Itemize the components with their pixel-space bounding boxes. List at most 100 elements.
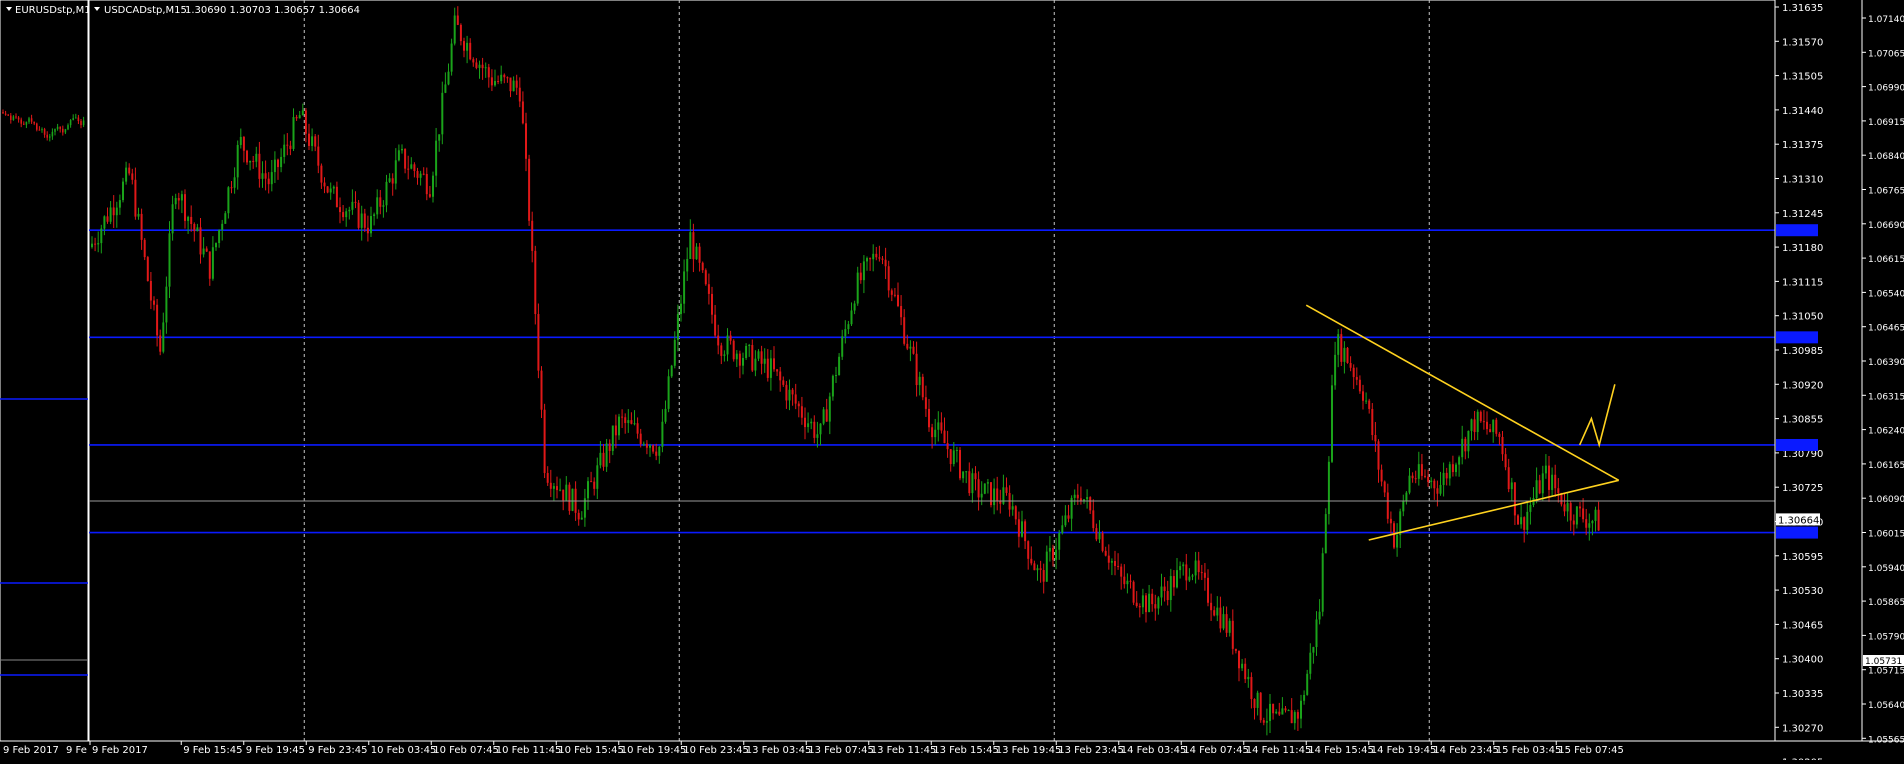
usdcad-chart-window[interactable]: USDCADstp,M15 1.30690 1.30703 1.30657 1.… (88, 0, 1863, 764)
candle-body (165, 286, 168, 323)
candle-body (1433, 480, 1436, 489)
candle-body (447, 71, 450, 85)
candle-body (137, 213, 140, 217)
price-tick-label: 1.31050 (1782, 312, 1823, 323)
candle-body (1340, 334, 1343, 362)
candle-body (661, 421, 664, 447)
candle-body (816, 434, 819, 438)
candle-body (531, 220, 534, 251)
candle-body (962, 471, 965, 479)
candle-body (1265, 720, 1268, 723)
candle-body (1380, 469, 1383, 482)
candle-body (1039, 568, 1042, 571)
candle-body (36, 123, 38, 130)
usdcad-chart-frame (88, 0, 1863, 742)
candle-body (974, 473, 977, 480)
candle-body (955, 450, 958, 452)
price-tick-label: 1.05565 (1868, 735, 1904, 745)
candle-body (1374, 434, 1377, 442)
candle-body (1309, 652, 1312, 674)
price-tick-label: 1.30400 (1782, 655, 1823, 666)
candle-body (441, 92, 444, 135)
candle-body (184, 194, 186, 221)
candle-body (252, 160, 255, 162)
candle-body (416, 171, 419, 178)
chart-area[interactable]: EURUSDstp,M1 USDCADstp,M15 1.30690 1.307… (0, 0, 1904, 764)
candle-body (1430, 480, 1433, 482)
candle-body (1098, 532, 1101, 540)
candle-body (1371, 408, 1374, 435)
candle-body (1169, 576, 1172, 601)
candle-body (410, 164, 413, 169)
candle-body (1027, 541, 1030, 559)
candle-body (1278, 711, 1281, 715)
candle-body (289, 145, 292, 149)
candle-body (1033, 563, 1036, 571)
level-price-tag (1776, 331, 1818, 344)
candle-body (54, 128, 56, 132)
time-tick-label: 10 Feb 23:45 (683, 745, 749, 756)
candle-body (1172, 576, 1175, 588)
candle-body (1247, 676, 1250, 680)
candle-body (131, 173, 134, 180)
candle-body (1507, 467, 1510, 490)
candle-body (1157, 597, 1160, 609)
candle-body (664, 408, 667, 422)
candle-body (1318, 611, 1321, 620)
candle-body (64, 129, 67, 133)
candle-body (419, 173, 422, 178)
time-tick-label: 14 Feb 11:45 (1246, 745, 1312, 756)
candle-body (211, 247, 214, 279)
candle-body (1216, 607, 1219, 616)
candle-body (838, 356, 841, 376)
candle-body (1408, 475, 1411, 493)
candle-body (348, 209, 351, 212)
price-tick-label: 1.30595 (1782, 552, 1823, 563)
candle-body (1451, 464, 1454, 473)
candle-body (853, 303, 856, 311)
candle-body (624, 417, 627, 424)
eurusd-chart-window[interactable]: EURUSDstp,M1 (0, 0, 91, 742)
candle-body (766, 358, 769, 378)
candle-body (906, 343, 909, 349)
candle-body (370, 216, 372, 234)
candle-body (642, 443, 645, 445)
candle-body (1383, 481, 1386, 493)
candle-body (847, 324, 850, 330)
candle-body (1467, 430, 1470, 452)
time-tick-label: 9 Feb 15:45 (183, 745, 242, 756)
candle-body (236, 144, 239, 178)
candle-body (800, 406, 803, 418)
candle-body (264, 173, 267, 179)
candle-body (1436, 488, 1439, 494)
candle-body (394, 160, 397, 184)
candle-body (1501, 436, 1504, 455)
candle-body (1349, 362, 1352, 368)
candle-body (146, 257, 149, 281)
candle-body (487, 67, 490, 78)
candle-body (500, 74, 503, 82)
candle-body (233, 177, 236, 188)
candle-body (1495, 419, 1498, 434)
time-tick-label: 15 Feb 07:45 (1558, 745, 1624, 756)
candle-body (428, 194, 431, 197)
candle-body (351, 201, 354, 210)
candle-body (503, 74, 506, 78)
candle-body (971, 473, 974, 494)
price-tick-label: 1.30855 (1782, 415, 1823, 426)
candle-body (230, 187, 233, 189)
candle-body (859, 272, 862, 281)
candle-body (965, 471, 968, 473)
candle-body (106, 216, 109, 222)
candle-body (75, 117, 77, 119)
candle-body (115, 207, 118, 216)
candle-body (456, 15, 459, 25)
candle-body (757, 351, 760, 359)
candle-body (1017, 519, 1020, 537)
candle-body (43, 129, 46, 135)
candle-body (649, 445, 651, 448)
candle-body (1458, 457, 1461, 465)
candle-body (469, 42, 472, 60)
candle-body (69, 120, 72, 126)
candle-body (968, 471, 971, 494)
